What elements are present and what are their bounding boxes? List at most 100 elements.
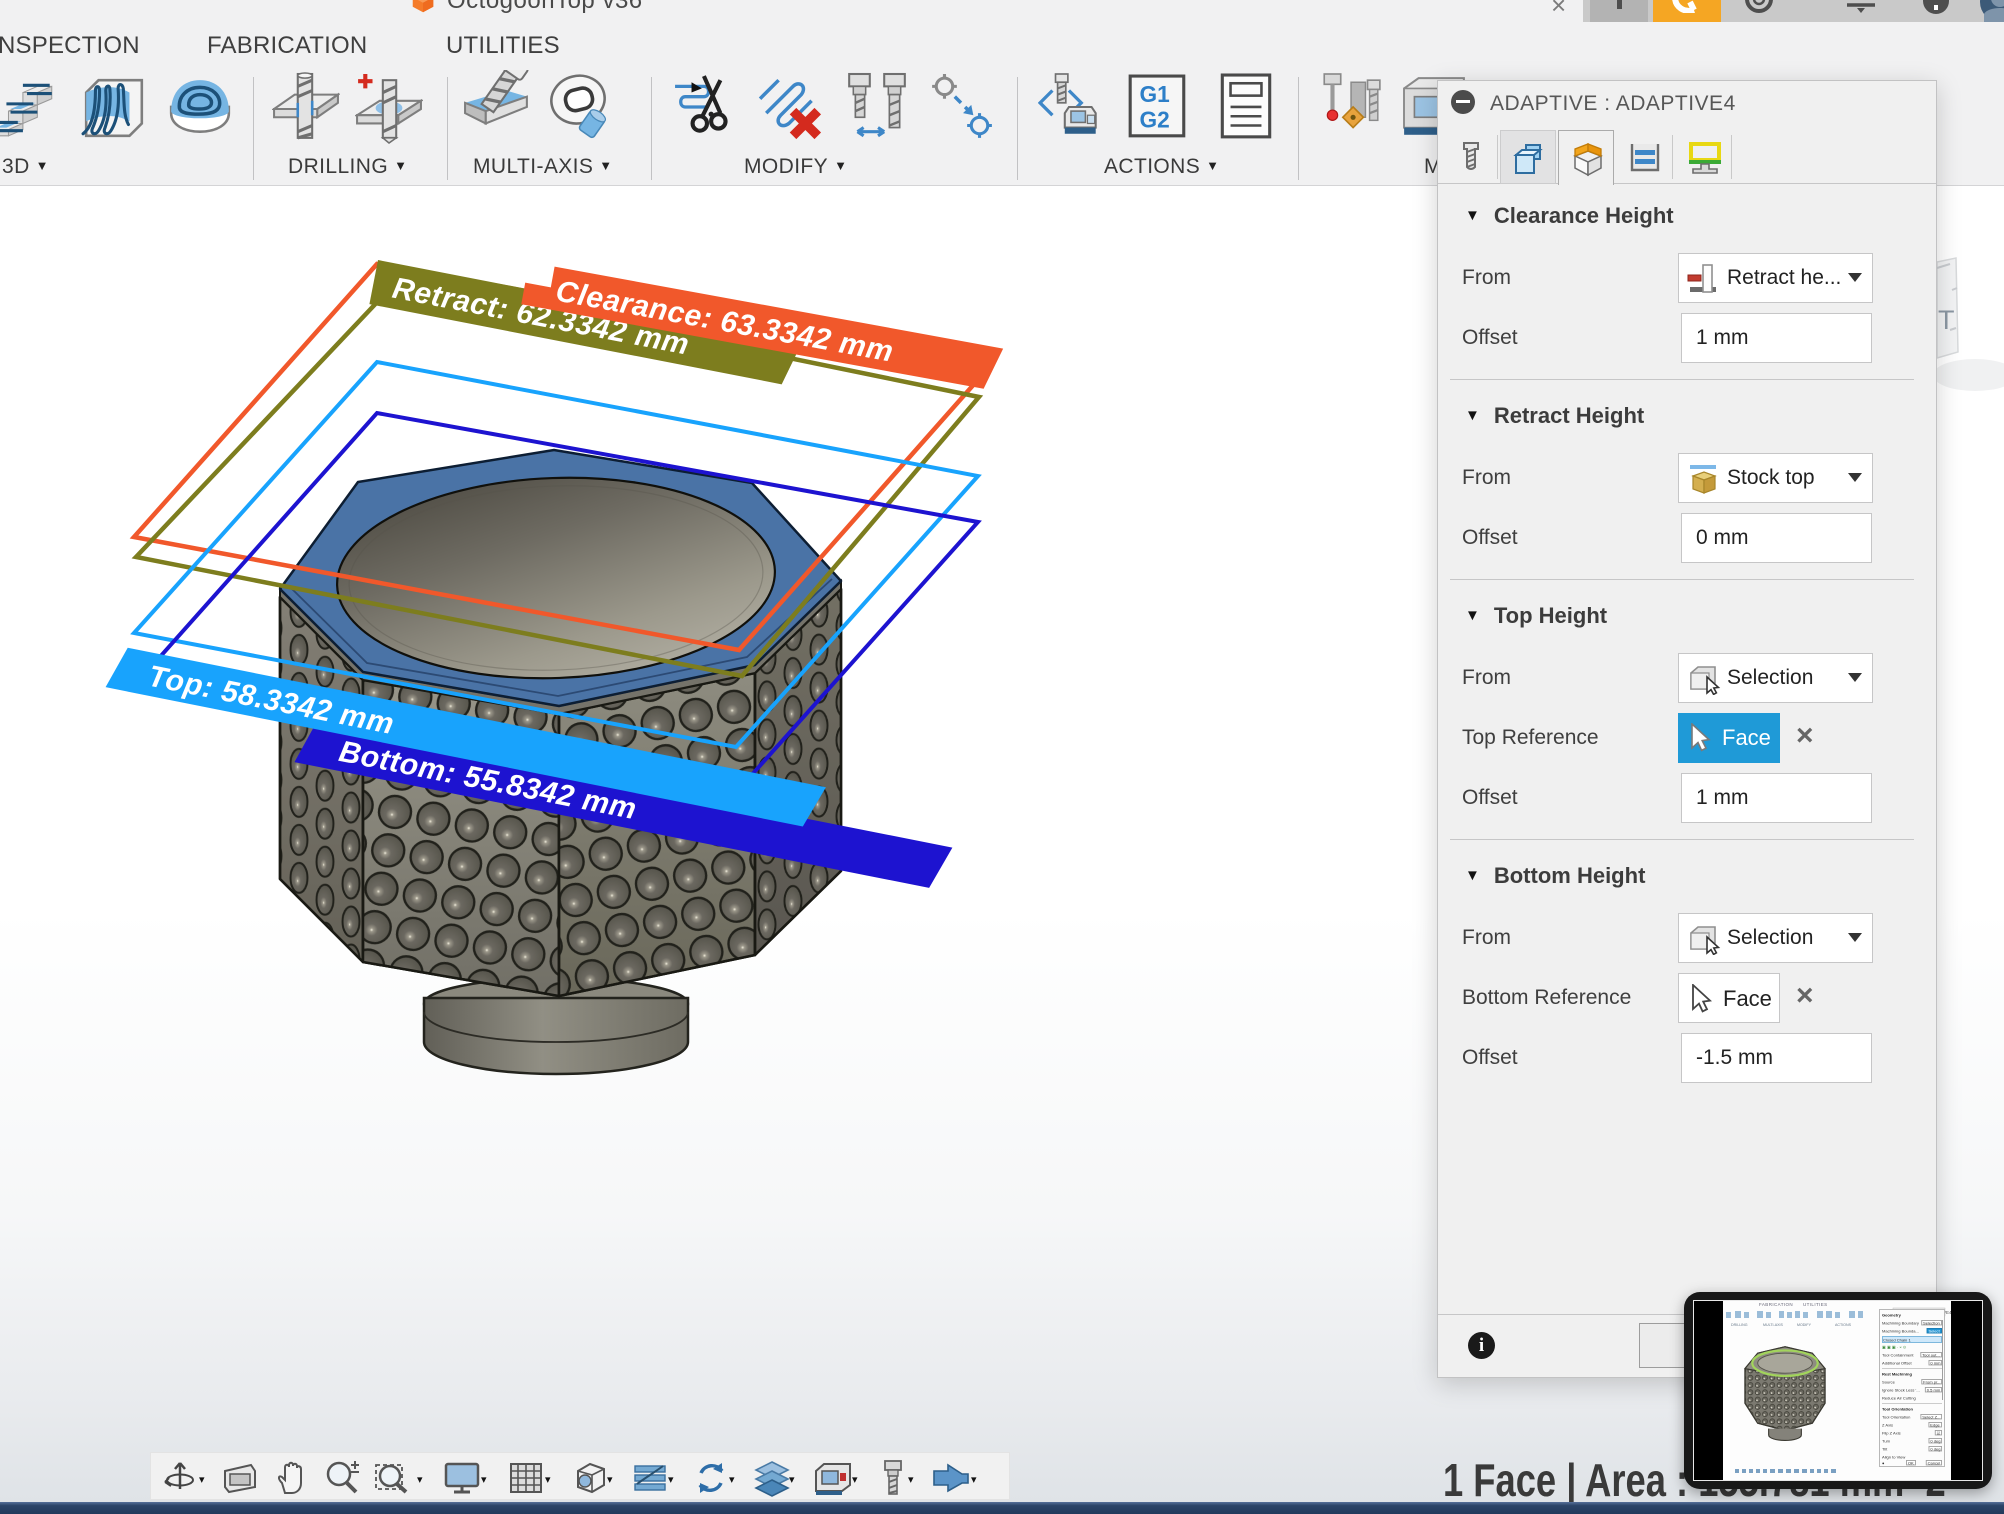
dropdown-chevron-icon[interactable]	[1848, 273, 1862, 282]
section-bottom-height[interactable]: ▼ Bottom Height	[1465, 863, 1645, 889]
post-nav-icon[interactable]	[930, 1459, 972, 1497]
ribbon-divider	[651, 77, 652, 180]
tab-separator	[1672, 135, 1673, 179]
help-icon[interactable]	[1916, 0, 1956, 23]
grid-chevron[interactable]: ▾	[545, 1473, 551, 1486]
tab-geometry[interactable]	[1500, 130, 1556, 184]
setup-sheet-icon[interactable]	[1212, 70, 1280, 146]
post-chevron[interactable]: ▾	[971, 1473, 977, 1486]
avatar-glyph	[1980, 0, 2004, 23]
dropdown-chevron-icon[interactable]	[1848, 673, 1862, 682]
swarf-icon[interactable]	[463, 70, 531, 146]
group-actions[interactable]: ACTIONS ▼	[1104, 155, 1219, 179]
dialog-header[interactable]: ADAPTIVE : ADAPTIVE4	[1438, 81, 1936, 127]
top-offset-input[interactable]: 1 mm	[1681, 773, 1872, 823]
pip-overlay[interactable]: FABRICATION UTILITIES DRILLING MULTI-AXIS…	[1684, 1292, 1992, 1489]
zoom-icon[interactable]	[323, 1459, 363, 1497]
adaptive-clearing-icon[interactable]	[0, 70, 60, 146]
clearance-offset-input[interactable]: 1 mm	[1681, 313, 1872, 363]
tab-inspection[interactable]: NSPECTION	[0, 32, 140, 60]
tool-chevron[interactable]: ▾	[908, 1473, 914, 1486]
ribbon-divider	[1298, 77, 1299, 180]
tab-fabrication[interactable]: FABRICATION	[207, 32, 367, 60]
tab-separator	[1731, 135, 1732, 179]
section-retract-height[interactable]: ▼ Retract Height	[1465, 403, 1644, 429]
isolate-icon[interactable]	[752, 1459, 792, 1497]
refresh-icon[interactable]	[692, 1459, 732, 1497]
navbar: ▾ ▾ ▾ ▾ ▾ ▾ ▾ ▾ ▾ ▾ ▾	[150, 1452, 1010, 1500]
job-status-icon[interactable]	[1740, 0, 1780, 23]
pip-content: FABRICATION UTILITIES DRILLING MULTI-AXIS…	[1723, 1301, 1951, 1480]
section-collapse-triangle[interactable]: ▼	[1465, 407, 1480, 424]
section-collapse-triangle[interactable]: ▼	[1465, 867, 1480, 884]
g1g2-icon[interactable]: G1 G2	[1124, 70, 1192, 146]
pip-scrollbar[interactable]	[1941, 1320, 1943, 1400]
top-from-dropdown[interactable]: Selection	[1678, 653, 1873, 703]
bottom-from-dropdown[interactable]: Selection	[1678, 913, 1873, 963]
steps-icon[interactable]	[630, 1459, 670, 1497]
section-clearance-height[interactable]: ▼ Clearance Height	[1465, 203, 1674, 229]
orbit-icon[interactable]	[161, 1459, 199, 1497]
group-multiaxis[interactable]: MULTI-AXIS ▼	[473, 155, 613, 179]
extension-tile[interactable]	[1590, 0, 1648, 23]
tab-tool[interactable]	[1443, 130, 1499, 184]
bottom-reference-chip[interactable]: Face	[1678, 973, 1780, 1023]
bottom-reference-clear-icon[interactable]: ×	[1796, 979, 1814, 1013]
flow-icon[interactable]	[80, 70, 148, 146]
section-collapse-triangle[interactable]: ▼	[1465, 207, 1480, 224]
zoom-window-chevron[interactable]: ▾	[417, 1473, 423, 1486]
orbit-chevron[interactable]: ▾	[199, 1473, 205, 1486]
refresh-chevron[interactable]: ▾	[729, 1473, 735, 1486]
group-3d[interactable]: 3D ▼	[2, 155, 49, 179]
top-reference-clear-icon[interactable]: ×	[1796, 719, 1814, 753]
clearance-from-dropdown[interactable]: Retract he...	[1678, 253, 1873, 303]
collapse-icon[interactable]	[1451, 90, 1475, 114]
delete-passes-icon[interactable]	[758, 70, 826, 146]
trim-icon[interactable]	[673, 70, 741, 146]
move-path-icon[interactable]	[928, 70, 996, 146]
retract-from-dropdown[interactable]: Stock top	[1678, 453, 1873, 503]
probe-icon[interactable]	[1316, 70, 1384, 146]
pan-icon[interactable]	[273, 1459, 311, 1497]
bottom-offset-input[interactable]: -1.5 mm	[1681, 1033, 1872, 1083]
feed-height-icon[interactable]	[843, 70, 911, 146]
section-collapse-triangle[interactable]: ▼	[1465, 607, 1480, 624]
display-chevron[interactable]: ▾	[481, 1473, 487, 1486]
tab-utilities[interactable]: UTILITIES	[446, 32, 560, 60]
tab-linking[interactable]	[1676, 130, 1732, 184]
dropdown-chevron-icon[interactable]	[1848, 933, 1862, 942]
info-icon[interactable]: i	[1468, 1332, 1495, 1359]
drill-add-icon[interactable]	[355, 70, 423, 146]
top-reference-chip[interactable]: Face	[1678, 713, 1780, 763]
retract-offset-input[interactable]: 0 mm	[1681, 513, 1872, 563]
tab-passes[interactable]	[1616, 130, 1672, 184]
stock-top-icon	[1690, 465, 1717, 494]
section-top-height[interactable]: ▼ Top Height	[1465, 603, 1607, 629]
viewcube-ghost[interactable]: T	[1933, 257, 2004, 391]
heights-tab-icon	[1573, 143, 1603, 177]
notification-bell-icon[interactable]	[1841, 0, 1881, 23]
drill-icon[interactable]	[272, 70, 340, 146]
fusion-active-tile[interactable]	[1653, 0, 1721, 23]
dropdown-chevron-icon[interactable]	[1848, 473, 1862, 482]
chevron-down-icon: ▼	[834, 158, 848, 173]
display-settings-icon[interactable]	[442, 1459, 482, 1497]
look-at-icon[interactable]	[221, 1459, 259, 1497]
group-modify[interactable]: MODIFY ▼	[744, 155, 847, 179]
morphed-spiral-icon[interactable]	[166, 70, 234, 146]
machine-chevron[interactable]: ▾	[852, 1473, 858, 1486]
viewports-chevron[interactable]: ▾	[607, 1473, 613, 1486]
tool-nav-icon[interactable]	[876, 1459, 910, 1497]
viewports-icon[interactable]	[570, 1459, 610, 1497]
machine-nav-icon[interactable]	[812, 1459, 854, 1497]
grid-icon[interactable]	[507, 1459, 547, 1497]
user-avatar[interactable]	[1978, 0, 2004, 23]
isolate-chevron[interactable]: ▾	[789, 1473, 795, 1486]
tab-heights[interactable]	[1558, 130, 1614, 185]
steps-chevron[interactable]: ▾	[668, 1473, 674, 1486]
group-drilling[interactable]: DRILLING ▼	[288, 155, 407, 179]
zoom-window-icon[interactable]	[373, 1459, 413, 1497]
rotary-icon[interactable]	[548, 70, 616, 146]
close-icon[interactable]: ×	[1551, 0, 1566, 21]
post-process-icon[interactable]	[1038, 70, 1106, 146]
